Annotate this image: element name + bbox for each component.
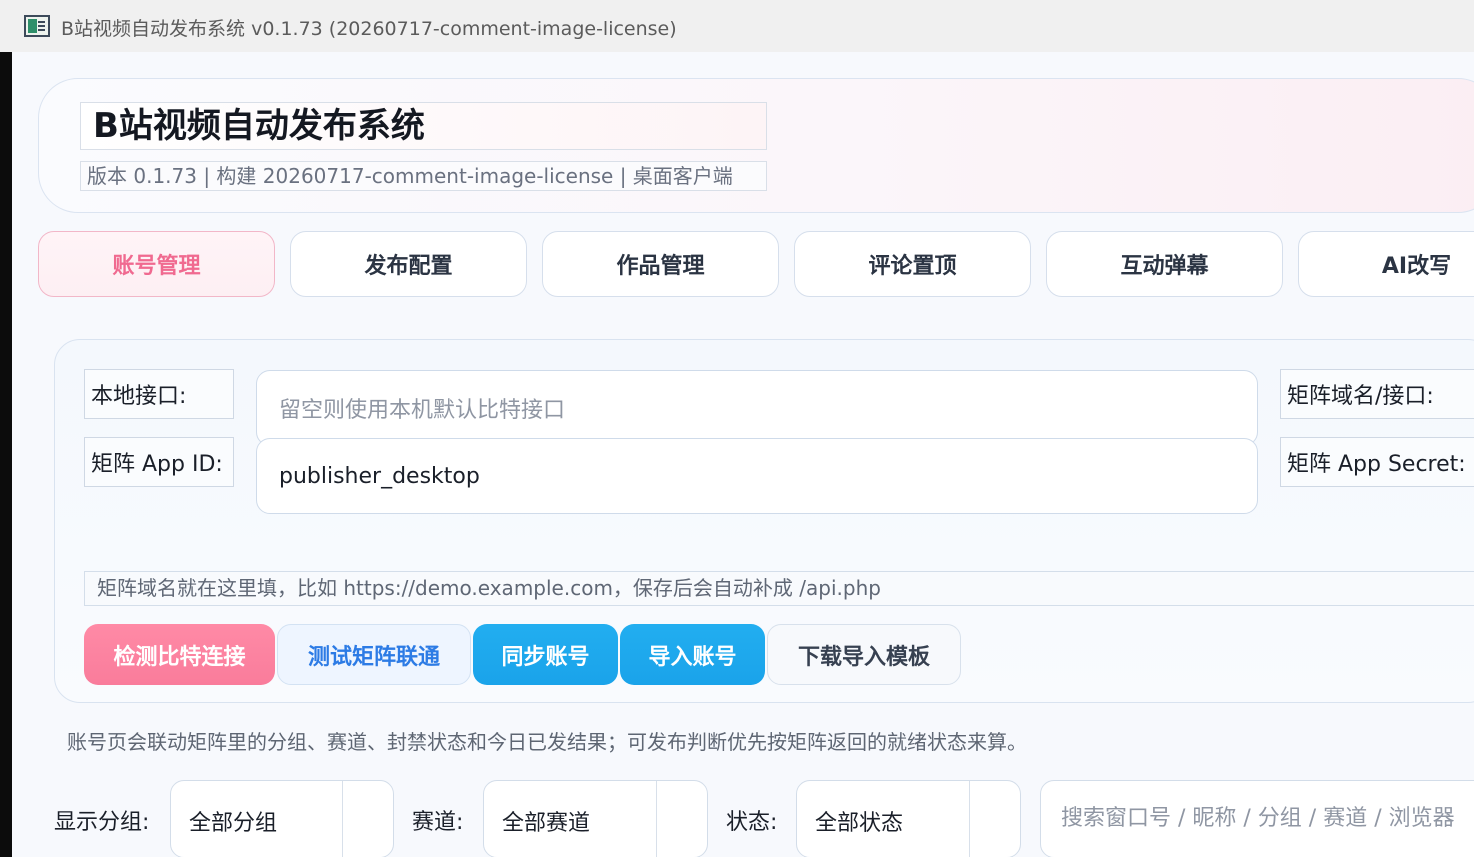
window-titlebar: B站视频自动发布系统 v0.1.73 (20260717-comment-ima… [0, 0, 1474, 52]
main-content: B站视频自动发布系统 版本 0.1.73 | 构建 20260717-comme… [12, 52, 1474, 857]
status-filter-label: 状态: [726, 810, 778, 835]
page-title: B站视频自动发布系统 [80, 102, 767, 150]
group-filter-select[interactable]: 全部分组 [170, 780, 394, 857]
select-divider [342, 781, 343, 857]
test-matrix-button[interactable]: 测试矩阵联通 [277, 624, 471, 685]
select-divider [969, 781, 970, 857]
tab-ai-rewrite[interactable]: AI改写 [1298, 231, 1474, 297]
download-template-button[interactable]: 下载导入模板 [767, 624, 961, 685]
local-api-input[interactable]: 留空则使用本机默认比特接口 [256, 370, 1258, 446]
app-id-label: 矩阵 App ID: [84, 437, 234, 487]
select-divider [656, 781, 657, 857]
tab-account-management[interactable]: 账号管理 [38, 231, 275, 297]
account-search-input[interactable]: 搜索窗口号 / 昵称 / 分组 / 赛道 / 浏览器 [1040, 780, 1474, 857]
track-filter-label: 赛道: [412, 810, 464, 835]
account-page-note: 账号页会联动矩阵里的分组、赛道、封禁状态和今日已发结果；可发布判断优先按矩阵返回… [67, 730, 1027, 754]
app-secret-label: 矩阵 App Secret: [1280, 437, 1474, 487]
app-icon [24, 15, 50, 37]
tab-interactive-danmaku[interactable]: 互动弹幕 [1046, 231, 1283, 297]
window-title: B站视频自动发布系统 v0.1.73 (20260717-comment-ima… [61, 18, 677, 40]
status-filter-value: 全部状态 [815, 811, 904, 836]
sync-accounts-button[interactable]: 同步账号 [473, 624, 618, 685]
matrix-domain-hint: 矩阵域名就在这里填，比如 https://demo.example.com，保存… [84, 571, 1474, 606]
tab-works-management[interactable]: 作品管理 [542, 231, 779, 297]
group-filter-label: 显示分组: [54, 810, 150, 835]
window-left-edge [0, 52, 12, 857]
tab-comment-pin[interactable]: 评论置顶 [794, 231, 1031, 297]
matrix-domain-label: 矩阵域名/接口: [1280, 369, 1474, 419]
local-api-label: 本地接口: [84, 369, 234, 419]
header-card: B站视频自动发布系统 版本 0.1.73 | 构建 20260717-comme… [38, 78, 1474, 213]
import-accounts-button[interactable]: 导入账号 [620, 624, 765, 685]
version-info: 版本 0.1.73 | 构建 20260717-comment-image-li… [80, 161, 767, 191]
group-filter-value: 全部分组 [189, 811, 278, 836]
track-filter-select[interactable]: 全部赛道 [483, 780, 708, 857]
check-bit-connection-button[interactable]: 检测比特连接 [84, 624, 275, 685]
track-filter-value: 全部赛道 [502, 811, 591, 836]
tab-publish-config[interactable]: 发布配置 [290, 231, 527, 297]
status-filter-select[interactable]: 全部状态 [796, 780, 1021, 857]
app-id-input[interactable]: publisher_desktop [256, 438, 1258, 514]
